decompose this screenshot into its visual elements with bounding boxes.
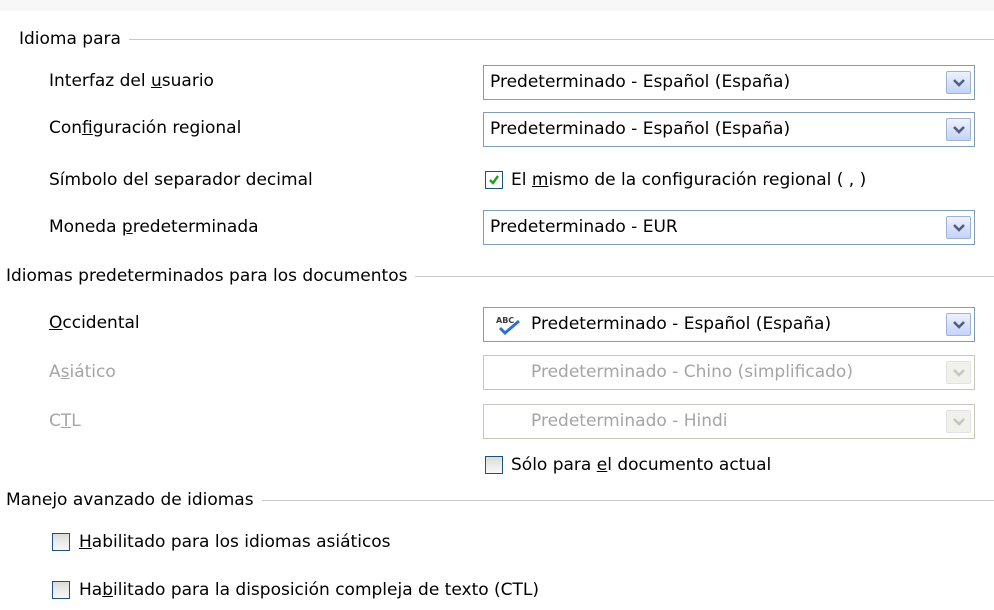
western-value: Predeterminado - Español (España) (531, 314, 832, 334)
current-document-label[interactable]: Sólo para el documento actual (511, 454, 771, 476)
currency-dropdown-button[interactable] (946, 216, 971, 239)
asian-value: Predeterminado - Chino (simplificado) (531, 362, 853, 382)
section-title: Idioma para (19, 29, 121, 49)
ctl-enabled-label[interactable]: Habilitado para la disposición compleja … (79, 579, 539, 601)
svg-text:ABC: ABC (496, 316, 514, 325)
spellcheck-icon: ABC (496, 316, 520, 335)
asian-label: Asiático (49, 362, 116, 382)
ctl-value: Predeterminado - Hindi (531, 411, 728, 431)
locale-value: Predeterminado - Español (España) (490, 119, 791, 139)
western-label: Occidental (49, 313, 140, 333)
ctl-enabled-checkbox[interactable] (52, 581, 70, 599)
section-idioma-para: Idioma para (19, 28, 994, 50)
asian-enabled-checkbox[interactable] (52, 533, 70, 551)
locale-select[interactable]: Predeterminado - Español (España) (483, 112, 975, 147)
currency-label: Moneda predeterminada (49, 217, 259, 237)
checkmark-icon (489, 175, 499, 185)
separator (415, 275, 994, 277)
ui-language-dropdown-button[interactable] (946, 71, 971, 94)
locale-label: Configuración regional (49, 118, 242, 138)
decimal-checkbox[interactable] (485, 171, 503, 189)
ctl-label: CTL (49, 411, 81, 431)
ui-language-value: Predeterminado - Español (España) (490, 72, 791, 92)
chevron-down-icon (953, 369, 965, 377)
current-document-checkbox[interactable] (485, 456, 503, 474)
section-title: Idiomas predeterminados para los documen… (6, 266, 408, 286)
separator (128, 38, 994, 40)
top-strip (0, 0, 994, 11)
western-select[interactable]: ABC Predeterminado - Español (España) (483, 307, 975, 342)
ui-language-label: Interfaz del usuario (49, 71, 214, 91)
asian-dropdown-button (946, 361, 971, 384)
locale-dropdown-button[interactable] (946, 118, 971, 141)
section-manejo-avanzado: Manejo avanzado de idiomas (6, 489, 994, 511)
western-dropdown-button[interactable] (946, 313, 971, 336)
chevron-down-icon (953, 418, 965, 426)
chevron-down-icon (953, 79, 965, 87)
ctl-dropdown-button (946, 410, 971, 433)
ctl-select: Predeterminado - Hindi (483, 404, 975, 439)
separator (261, 499, 994, 501)
ui-language-select[interactable]: Predeterminado - Español (España) (483, 65, 975, 100)
chevron-down-icon (953, 224, 965, 232)
currency-value: Predeterminado - EUR (490, 217, 678, 237)
chevron-down-icon (953, 126, 965, 134)
currency-select[interactable]: Predeterminado - EUR (483, 210, 975, 245)
section-idiomas-predeterminados: Idiomas predeterminados para los documen… (6, 265, 994, 287)
decimal-label: Símbolo del separador decimal (49, 170, 313, 190)
asian-select: Predeterminado - Chino (simplificado) (483, 355, 975, 390)
chevron-down-icon (953, 321, 965, 329)
decimal-checkbox-label[interactable]: El mismo de la configuración regional ( … (511, 169, 866, 191)
section-title: Manejo avanzado de idiomas (6, 490, 254, 510)
asian-enabled-label[interactable]: Habilitado para los idiomas asiáticos (79, 531, 391, 553)
